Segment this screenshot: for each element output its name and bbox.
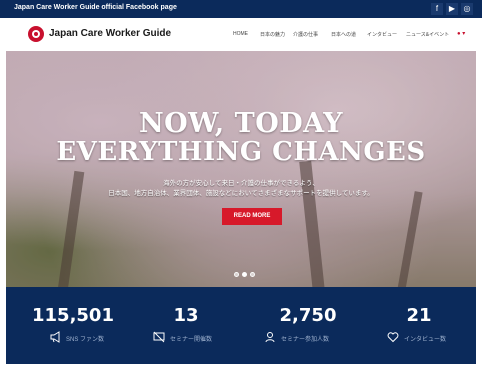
stat-interviews-label: インタビュー数 — [404, 337, 447, 343]
facebook-icon[interactable]: f — [431, 3, 443, 15]
stat-interviews-value: 21 — [406, 305, 432, 326]
stat-participants-label: セミナー参加人数 — [281, 337, 330, 343]
person-icon — [264, 331, 276, 343]
nav-home[interactable]: HOME — [233, 31, 248, 37]
top-bar: Japan Care Worker Guide official Faceboo… — [0, 0, 482, 18]
hero-slider: NOW, TODAY EVERYTHING CHANGES 海外の方が安心して来… — [6, 51, 476, 287]
nav-news-events[interactable]: ニュース&イベント — [406, 31, 449, 38]
hero-subtitle-line2: 日本国、地方自治体、業界団体、施設などにおいてさまざまなサポートを提供しています… — [108, 190, 374, 197]
nav-care-work[interactable]: 介護の仕事 — [293, 31, 318, 38]
heart-icon — [387, 331, 399, 343]
stats-section: 115,501 SNS ファン数 13 セミナー開催数 2,750 セミナー参加… — [6, 287, 476, 364]
slide-dot-2[interactable] — [242, 272, 247, 277]
tree-trunk — [397, 191, 423, 287]
stat-participants-value: 2,750 — [279, 305, 337, 326]
stat-seminars-value: 13 — [173, 305, 199, 326]
logo-icon[interactable] — [28, 26, 44, 42]
megaphone-icon — [50, 331, 62, 343]
stat-sns-fans-label: SNS ファン数 — [66, 337, 105, 343]
seminar-icon — [153, 331, 165, 343]
facebook-page-link[interactable]: Japan Care Worker Guide official Faceboo… — [14, 4, 177, 11]
instagram-icon[interactable]: ◎ — [461, 3, 473, 15]
hero-subtitle-line1: 海外の方が安心して来日・介護の仕事ができるよう、 — [163, 180, 319, 187]
nav-road-to-japan[interactable]: 日本への道 — [331, 31, 356, 38]
stat-sns-fans-value: 115,501 — [32, 305, 114, 326]
hero-title-line2: EVERYTHING CHANGES — [56, 137, 426, 167]
site-logo-text[interactable]: Japan Care Worker Guide — [49, 28, 171, 39]
language-selector[interactable]: ● ▾ — [457, 30, 465, 37]
nav-interview[interactable]: インタビュー — [367, 31, 397, 38]
site-header: Japan Care Worker Guide HOME 日本の魅力 介護の仕事… — [0, 18, 482, 51]
youtube-icon[interactable]: ▶ — [446, 3, 458, 15]
stat-seminars-label: セミナー開催数 — [170, 337, 213, 343]
nav-japan-appeal[interactable]: 日本の魅力 — [260, 31, 285, 38]
read-more-button[interactable]: READ MORE — [222, 208, 282, 225]
slide-dot-3[interactable] — [250, 272, 255, 277]
hero-title-line1: NOW, TODAY — [138, 108, 344, 139]
slide-dot-1[interactable] — [234, 272, 239, 277]
